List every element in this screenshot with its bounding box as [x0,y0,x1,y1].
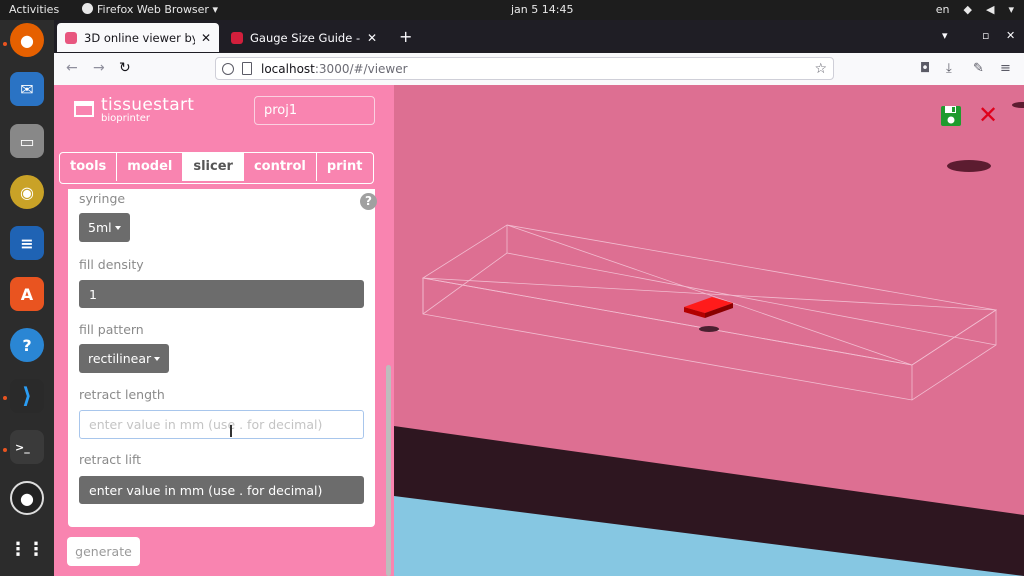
downloads-icon[interactable]: ⤓ [946,61,952,76]
system-top-bar: Activities Firefox Web Browser ▾ jan 5 1… [0,0,1024,20]
navigation-bar: ← → ↻ localhost:3000/#/viewer ☆ ◘ ⤓ ✎ ≡ [54,53,1024,86]
project-name-input[interactable] [254,96,375,125]
restore-window-icon[interactable]: ▫ [982,29,989,42]
dock: ● ✉ ▭ ◉ ≡ A ? ⟩ >_ ● ⋮⋮ [0,20,54,576]
url-path: :3000/#/viewer [314,61,408,76]
app-menu-label: Firefox Web Browser [97,3,209,16]
menu-icon[interactable]: ≡ [1000,61,1011,76]
text-cursor-icon [230,425,232,437]
logo-mark-icon [74,101,94,117]
tab-favicon-icon [231,31,243,44]
app-content: tissuestart bioprinter tools model slice… [54,85,1024,576]
retract-lift-label: retract lift [79,452,142,467]
forward-icon[interactable]: → [93,60,105,76]
clock[interactable]: jan 5 14:45 [511,3,573,16]
help-launcher-icon[interactable]: ? [10,328,44,362]
fill-density-label: fill density [79,257,144,272]
tracking-protection-icon[interactable] [222,62,234,75]
site-info-icon[interactable] [242,62,252,75]
nozzle-shadow [947,160,991,172]
running-indicator [3,42,7,46]
bookmark-star-icon[interactable]: ☆ [814,61,827,77]
app-logo: tissuestart bioprinter [74,97,194,124]
software-launcher-icon[interactable]: A [10,277,44,311]
vscode-launcher-icon[interactable]: ⟩ [10,379,44,413]
tab-close-icon[interactable]: ✕ [201,31,211,45]
caret-down-icon [154,357,161,361]
writer-launcher-icon[interactable]: ≡ [10,226,44,260]
tab-control[interactable]: control [244,153,317,181]
3d-scene [394,85,1024,576]
generate-button[interactable]: generate [67,537,140,566]
pocket-icon[interactable]: ◘ [920,61,930,76]
slicer-settings-card: ? syringe 5ml fill density fill pattern … [68,189,377,527]
tab-tools[interactable]: tools [60,153,118,181]
list-tabs-icon[interactable]: ▾ [942,29,948,42]
retract-length-input[interactable] [79,410,364,439]
app-menu[interactable]: Firefox Web Browser ▾ [82,3,218,16]
browser-window: 3D online viewer by Tissu ✕ Gauge Size G… [54,20,1024,576]
firefox-launcher-icon[interactable]: ● [10,23,44,57]
address-bar[interactable]: localhost:3000/#/viewer ☆ [215,57,834,80]
save-icon[interactable] [940,105,962,127]
terminal-launcher-icon[interactable]: >_ [10,430,44,464]
close-icon[interactable]: ✕ [978,101,998,129]
fill-pattern-dropdown[interactable]: rectilinear [79,344,170,373]
back-icon[interactable]: ← [66,60,78,76]
thunderbird-launcher-icon[interactable]: ✉ [10,72,44,106]
reload-icon[interactable]: ↻ [119,60,131,76]
eyedropper-icon[interactable]: ✎ [973,61,984,76]
caret-down-icon [114,226,121,230]
control-panel: tissuestart bioprinter tools model slice… [54,85,394,576]
files-launcher-icon[interactable]: ▭ [10,124,44,158]
tab-title: 3D online viewer by Tissu [84,30,195,45]
power-icon[interactable]: ▾ [1008,3,1014,16]
syringe-dropdown[interactable]: 5ml [79,213,130,242]
firefox-icon [82,3,93,14]
syringe-value: 5ml [88,220,112,235]
close-window-icon[interactable]: ✕ [1006,29,1015,42]
running-indicator [3,448,7,452]
panel-tabs: tools model slicer control print [59,152,374,184]
tab-close-icon[interactable]: ✕ [367,31,377,45]
tab-model[interactable]: model [117,153,184,181]
panel-scrollbar[interactable] [385,189,392,576]
rhythmbox-launcher-icon[interactable]: ◉ [10,175,44,209]
new-tab-icon[interactable]: + [399,27,412,46]
tab-print[interactable]: print [317,153,373,181]
tab-title: Gauge Size Guide - Allevi [250,30,361,45]
fill-density-input[interactable] [79,280,364,308]
help-icon[interactable]: ? [360,193,377,210]
tab-strip: 3D online viewer by Tissu ✕ Gauge Size G… [54,20,1024,53]
volume-icon[interactable]: ◀ [986,3,994,16]
browser-tab-gauge[interactable]: Gauge Size Guide - Allevi ✕ [223,23,385,52]
network-icon[interactable]: ◆ [964,3,972,16]
retract-length-label: retract length [79,387,165,402]
tab-favicon-icon [65,31,77,44]
language-indicator[interactable]: en [936,3,950,16]
tab-slicer[interactable]: slicer [183,153,244,181]
running-indicator [3,396,7,400]
fill-pattern-value: rectilinear [88,351,152,366]
model-shadow [699,326,719,332]
fill-pattern-label: fill pattern [79,322,144,337]
system-tray[interactable]: en ◆ ◀ ▾ [936,3,1014,16]
retract-lift-input[interactable] [79,476,364,504]
3d-viewer-canvas[interactable]: ✕ [394,85,1024,576]
url-host: localhost [261,61,315,76]
syringe-label: syringe [79,191,126,206]
activities-button[interactable]: Activities [9,3,59,16]
logo-name: tissuestart [101,95,195,115]
scrollbar-thumb[interactable] [386,365,391,576]
obs-launcher-icon[interactable]: ● [10,481,44,515]
show-apps-icon[interactable]: ⋮⋮ [9,532,45,566]
browser-tab-viewer[interactable]: 3D online viewer by Tissu ✕ [57,23,219,52]
